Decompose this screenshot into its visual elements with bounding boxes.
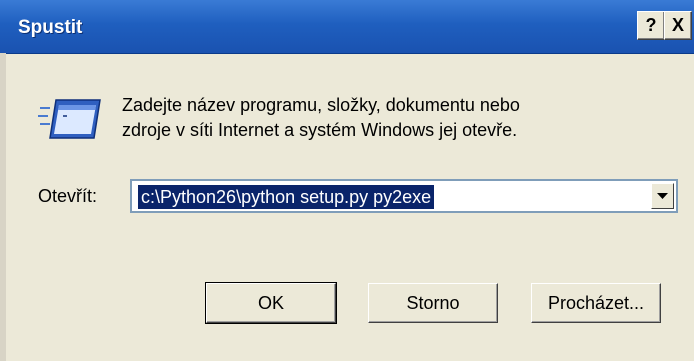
prompt-line-1: Zadejte název programu, složky, dokument… [122,95,520,115]
dropdown-button[interactable] [651,183,674,209]
ok-button[interactable]: OK [205,282,337,324]
browse-button[interactable]: Procházet... [531,283,661,323]
run-dialog-icon [38,99,101,139]
close-button[interactable]: X [664,11,692,40]
title-bar: Spustit ? X [0,0,694,54]
open-combobox[interactable]: c:\Python26\python setup.py py2exe [130,179,678,213]
window-title: Spustit [18,17,83,38]
help-button[interactable]: ? [637,11,665,40]
prompt-text: Zadejte název programu, složky, dokument… [122,93,682,143]
chevron-down-icon [657,192,668,199]
open-label: Otevřít: [38,186,98,206]
cancel-button[interactable]: Storno [368,283,498,323]
left-border [0,53,6,361]
prompt-line-2: zdroje v síti Internet a systém Windows … [122,120,518,140]
open-input[interactable]: c:\Python26\python setup.py py2exe [138,185,435,209]
